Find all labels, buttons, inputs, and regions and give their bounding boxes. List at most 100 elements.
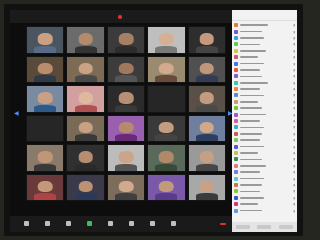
zoom-window: ◀ ▶ ▮ ▮ ▮ ▮ ▮ ▮ ▮ ▮ ▮ ▮ ▮ ▮ ▮ ▮ ▮ ▮ ▮ ▮ ▮ ▮ ▮ ▮ ▮ ▮ ▮ ▮ ▮ ▮ ▮ ▮ [10, 10, 297, 232]
video-tile[interactable] [26, 85, 65, 113]
video-tile[interactable] [66, 26, 105, 54]
mic-icon[interactable]: ▮ [293, 74, 295, 78]
end-meeting-button[interactable] [220, 223, 226, 225]
mic-icon[interactable]: ▮ [293, 93, 295, 97]
video-tile[interactable] [187, 173, 226, 201]
toolbar-button[interactable] [163, 221, 184, 227]
participant-avatar [234, 151, 238, 155]
mic-icon[interactable]: ▮ [293, 157, 295, 161]
participant-name-placeholder [240, 75, 262, 78]
participant-face [78, 62, 93, 75]
participant-body [74, 75, 97, 82]
video-tile[interactable] [106, 173, 146, 201]
mic-icon[interactable]: ▮ [293, 170, 295, 174]
video-tile[interactable] [106, 144, 146, 172]
mic-icon[interactable]: ▮ [293, 100, 295, 104]
record-icon [117, 14, 122, 19]
participant-name-placeholder [240, 120, 260, 122]
mic-icon[interactable]: ▮ [293, 189, 295, 193]
mic-icon[interactable]: ▮ [293, 106, 295, 110]
mic-icon[interactable]: ▮ [293, 145, 295, 149]
participant-face [159, 180, 174, 193]
video-tile[interactable] [147, 85, 186, 113]
participant-face [199, 33, 215, 45]
participant-row[interactable]: ▮ [234, 207, 295, 213]
video-tile[interactable] [26, 55, 65, 83]
video-tile[interactable] [26, 26, 65, 54]
video-tile[interactable] [26, 144, 65, 172]
participants-list: ▮ ▮ ▮ ▮ ▮ ▮ ▮ ▮ ▮ ▮ ▮ ▮ ▮ ▮ ▮ ▮ ▮ ▮ ▮ ▮ ▮ ▮ ▮ ▮ ▮ ▮ ▮ ▮ ▮ ▮ [232, 21, 297, 215]
invite-button[interactable] [235, 225, 250, 229]
mic-icon[interactable]: ▮ [293, 202, 295, 206]
toolbar-button[interactable] [79, 221, 100, 227]
participant-name-placeholder [240, 49, 266, 52]
mic-icon[interactable]: ▮ [293, 42, 295, 46]
video-tile[interactable] [147, 173, 186, 201]
participants-icon [87, 221, 92, 226]
participant-body [155, 193, 178, 200]
participant-body [115, 75, 137, 82]
mic-icon[interactable]: ▮ [293, 81, 295, 85]
toolbar-button[interactable] [16, 221, 37, 227]
mic-icon[interactable]: ▮ [293, 49, 295, 53]
record-button-icon [150, 221, 155, 226]
mic-icon[interactable]: ▮ [293, 125, 295, 129]
video-tile[interactable] [106, 26, 146, 54]
previous-page-icon[interactable]: ◀ [14, 110, 19, 117]
video-tile[interactable] [147, 114, 186, 142]
video-tile[interactable] [147, 55, 186, 83]
participant-avatar [234, 131, 238, 136]
participant-body [74, 193, 97, 200]
participant-name-placeholder [240, 24, 268, 26]
video-tile[interactable] [66, 55, 105, 83]
toolbar-button[interactable] [100, 221, 121, 227]
video-tile[interactable] [26, 173, 65, 201]
video-tile[interactable] [187, 114, 226, 142]
video-tile[interactable] [187, 26, 226, 54]
mic-icon[interactable]: ▮ [293, 196, 295, 200]
participant-name-placeholder [240, 177, 264, 180]
participant-name-placeholder [240, 81, 268, 84]
participant-name-placeholder [240, 203, 258, 205]
mic-icon[interactable]: ▮ [293, 36, 295, 40]
toolbar-button[interactable] [121, 221, 142, 227]
mic-icon[interactable]: ▮ [293, 23, 295, 27]
video-tile[interactable] [147, 144, 186, 172]
participant-name-placeholder [240, 145, 264, 148]
mic-icon[interactable]: ▮ [293, 87, 295, 91]
mic-icon[interactable]: ▮ [293, 183, 295, 187]
mic-icon[interactable]: ▮ [293, 113, 295, 117]
mic-icon[interactable]: ▮ [293, 132, 295, 136]
mic-icon[interactable]: ▮ [293, 164, 295, 168]
participant-name-placeholder [240, 30, 262, 33]
video-tile[interactable] [106, 85, 146, 113]
mic-icon[interactable]: ▮ [293, 138, 295, 142]
mic-icon[interactable]: ▮ [293, 55, 295, 59]
participant-face [118, 92, 134, 104]
video-tile[interactable] [26, 114, 65, 142]
mic-icon[interactable]: ▮ [293, 177, 295, 181]
more-button[interactable] [279, 225, 294, 229]
participant-avatar [234, 157, 238, 162]
toolbar-button[interactable] [142, 221, 163, 227]
video-tile[interactable] [66, 114, 105, 142]
mic-icon[interactable]: ▮ [293, 209, 295, 213]
video-tile[interactable] [147, 26, 186, 54]
video-tile[interactable] [187, 55, 226, 83]
mic-icon[interactable]: ▮ [293, 68, 295, 72]
mic-icon[interactable]: ▮ [293, 62, 295, 66]
video-tile[interactable] [66, 173, 105, 201]
toolbar-button[interactable] [37, 221, 58, 227]
participant-body [195, 75, 218, 82]
toolbar-button[interactable] [58, 221, 79, 227]
video-tile[interactable] [187, 144, 226, 172]
video-tile[interactable] [66, 85, 105, 113]
video-tile[interactable] [106, 114, 146, 142]
mic-icon[interactable]: ▮ [293, 30, 295, 34]
mute-all-button[interactable] [257, 225, 272, 229]
mic-icon[interactable]: ▮ [293, 119, 295, 123]
video-tile[interactable] [106, 55, 146, 83]
mic-icon[interactable]: ▮ [293, 151, 295, 155]
video-tile[interactable] [187, 85, 226, 113]
video-tile[interactable] [66, 144, 105, 172]
